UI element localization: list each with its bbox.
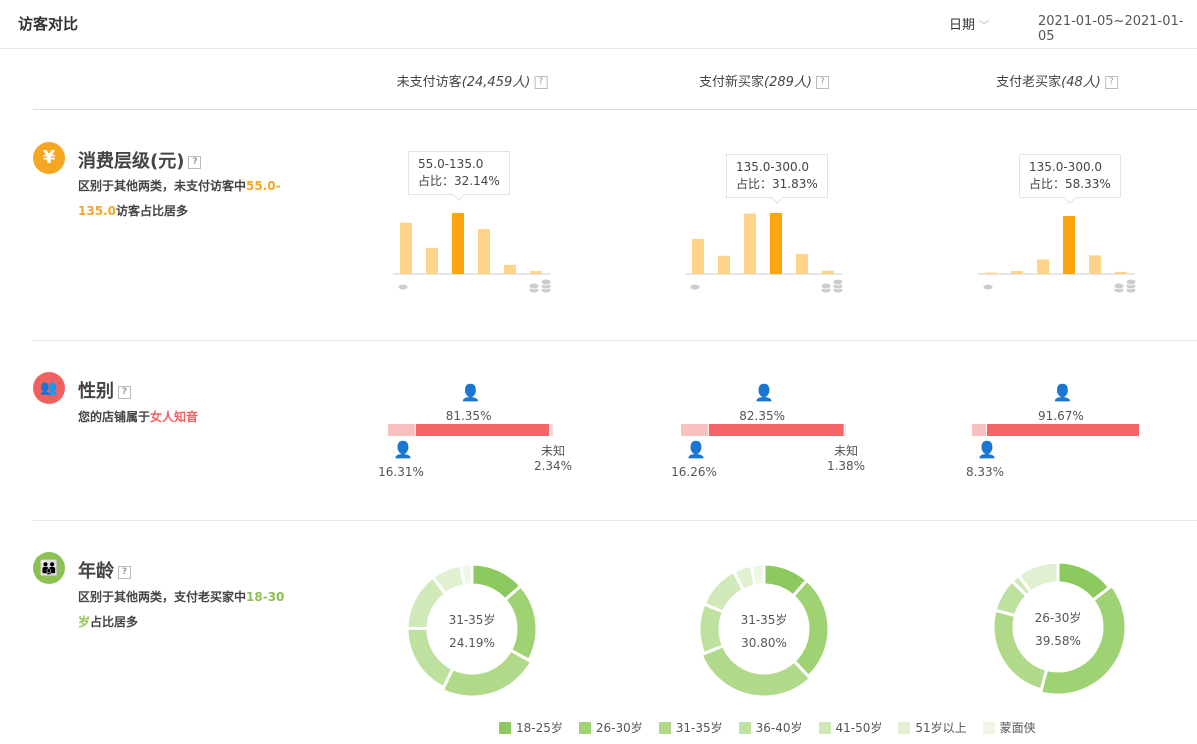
coin-low-icon: [983, 284, 993, 290]
legend-item[interactable]: 41-50岁: [819, 719, 883, 736]
donut-center-label: 31-35岁: [449, 611, 496, 628]
female-bar-segment: [987, 424, 1139, 436]
bar-tooltip: 135.0-300.0占比：58.33%: [1019, 154, 1121, 198]
legend-swatch: [898, 722, 910, 734]
unknown-percent: 2.34%: [534, 459, 572, 473]
coins-high-icon: [1126, 279, 1136, 285]
female-icon: 👤: [754, 383, 774, 402]
male-percent: 16.31%: [378, 465, 424, 479]
male-icon: 👤: [977, 440, 997, 459]
bar[interactable]: [985, 273, 997, 274]
male-icon: 👤: [393, 440, 413, 459]
tooltip-ratio: 占比：31.83%: [736, 176, 818, 193]
female-icon: 👤: [1053, 383, 1073, 402]
bar[interactable]: [1037, 259, 1049, 274]
unknown-label: 未知: [834, 442, 858, 459]
unknown-label: 未知: [541, 442, 565, 459]
bar[interactable]: [744, 214, 756, 274]
tooltip-range: 135.0-300.0: [736, 159, 818, 176]
donut-center-label: 31-35岁: [741, 611, 788, 628]
bar[interactable]: [1063, 216, 1075, 274]
male-icon: 👤: [686, 440, 706, 459]
donut-center-value: 30.80%: [741, 636, 787, 650]
coins-high-icon: [529, 283, 539, 289]
donut-center-value: 39.58%: [1035, 634, 1081, 648]
tooltip-ratio: 占比：58.33%: [1029, 176, 1111, 193]
bar[interactable]: [504, 265, 516, 274]
unknown-bar-segment: [845, 424, 846, 436]
coins-high-icon: [541, 279, 551, 285]
charts-canvas: [0, 0, 1197, 744]
donut-center-value: 24.19%: [449, 636, 495, 650]
female-icon: 👤: [461, 383, 481, 402]
donut-segment[interactable]: [461, 564, 472, 586]
tooltip-range: 135.0-300.0: [1029, 159, 1111, 176]
coins-high-icon: [833, 279, 843, 285]
bar[interactable]: [1115, 272, 1127, 274]
female-bar-segment: [416, 424, 549, 436]
male-bar-segment: [972, 424, 986, 436]
female-percent: 81.35%: [446, 409, 492, 423]
legend-item[interactable]: 51岁以上: [898, 719, 966, 736]
donut-segment[interactable]: [701, 646, 810, 697]
legend-swatch: [659, 722, 671, 734]
bar[interactable]: [452, 213, 464, 274]
age-legend: 18-25岁 26-30岁 31-35岁 36-40岁 41-50岁 51岁以上…: [499, 719, 1036, 736]
legend-item[interactable]: 18-25岁: [499, 719, 563, 736]
legend-swatch: [739, 722, 751, 734]
legend-swatch: [983, 722, 995, 734]
bar-tooltip: 135.0-300.0占比：31.83%: [726, 154, 828, 198]
legend-item[interactable]: 26-30岁: [579, 719, 643, 736]
donut-segment[interactable]: [407, 628, 453, 687]
coins-high-icon: [821, 283, 831, 289]
donut-center-label: 26-30岁: [1035, 609, 1082, 626]
unknown-percent: 1.38%: [827, 459, 865, 473]
bar[interactable]: [1011, 271, 1023, 274]
bar[interactable]: [426, 248, 438, 274]
unknown-bar-segment: [550, 424, 553, 436]
bar[interactable]: [530, 271, 542, 274]
bar[interactable]: [822, 271, 834, 274]
female-percent: 91.67%: [1038, 409, 1084, 423]
coin-low-icon: [398, 284, 408, 290]
coin-low-icon: [690, 284, 700, 290]
male-bar-segment: [681, 424, 708, 436]
coins-high-icon: [1114, 283, 1124, 289]
bar[interactable]: [400, 223, 412, 274]
legend-item[interactable]: 31-35岁: [659, 719, 723, 736]
legend-swatch: [579, 722, 591, 734]
donut-segment[interactable]: [793, 580, 829, 676]
bar-tooltip: 55.0-135.0占比：32.14%: [408, 151, 510, 195]
male-percent: 16.26%: [671, 465, 717, 479]
tooltip-ratio: 占比：32.14%: [418, 173, 500, 190]
legend-swatch: [499, 722, 511, 734]
donut-segment[interactable]: [442, 650, 531, 697]
bar[interactable]: [770, 213, 782, 274]
bar[interactable]: [1089, 255, 1101, 274]
legend-item[interactable]: 36-40岁: [739, 719, 803, 736]
tooltip-range: 55.0-135.0: [418, 156, 500, 173]
male-bar-segment: [388, 424, 415, 436]
legend-swatch: [819, 722, 831, 734]
bar[interactable]: [692, 239, 704, 274]
female-bar-segment: [709, 424, 844, 436]
bar[interactable]: [718, 256, 730, 274]
bar[interactable]: [478, 229, 490, 274]
bar[interactable]: [796, 254, 808, 274]
legend-item[interactable]: 蒙面侠: [983, 719, 1036, 736]
female-percent: 82.35%: [739, 409, 785, 423]
male-percent: 8.33%: [966, 465, 1004, 479]
